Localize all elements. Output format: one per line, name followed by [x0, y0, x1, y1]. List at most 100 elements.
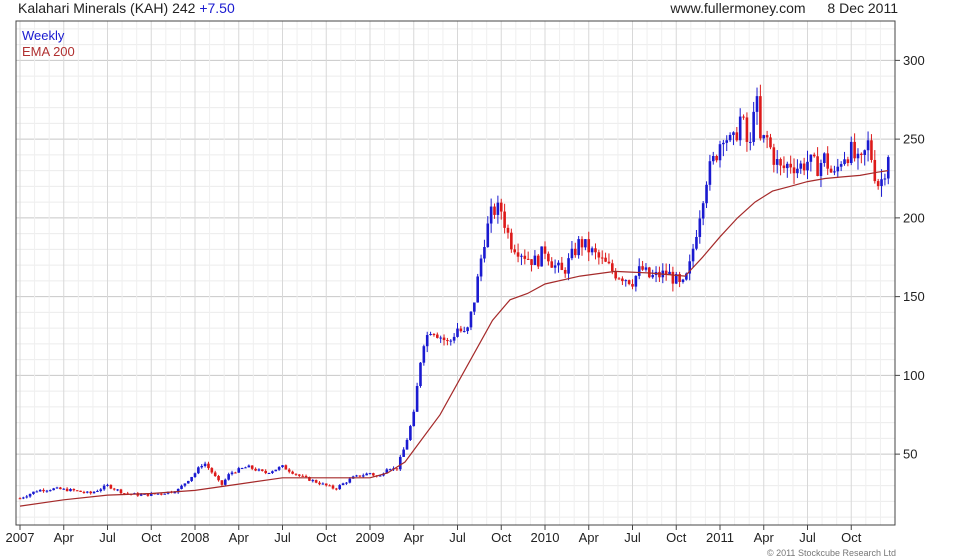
candle-body	[271, 471, 274, 473]
candle-body	[567, 258, 570, 274]
candle-body	[775, 159, 779, 165]
candle-body	[755, 96, 759, 112]
candle-body	[503, 211, 506, 228]
candle-body	[725, 140, 729, 143]
candle-body	[866, 140, 870, 151]
candle-body	[886, 157, 890, 179]
y-tick-label: 50	[903, 447, 917, 462]
candle-body	[789, 163, 792, 168]
candle-body	[600, 257, 604, 259]
candle-body	[72, 489, 76, 491]
candle-body	[190, 476, 193, 481]
x-tick-label: 2008	[181, 530, 210, 545]
candle-body	[180, 485, 183, 489]
candle-body	[510, 232, 513, 250]
candle-body	[621, 278, 624, 282]
candle-body	[341, 483, 345, 486]
candle-body	[543, 246, 547, 254]
candle-body	[234, 472, 237, 474]
candle-body	[45, 490, 49, 492]
candle-body	[311, 480, 315, 482]
plot-frame	[15, 20, 896, 526]
candle-body	[250, 465, 254, 469]
candle-body	[550, 261, 554, 268]
candle-body	[284, 465, 288, 470]
candle-body	[75, 490, 79, 492]
x-tick-label: 2010	[531, 530, 560, 545]
candle-body	[742, 116, 745, 118]
candle-body	[769, 137, 772, 148]
candle-body	[476, 276, 479, 303]
candle-body	[806, 161, 809, 171]
candle-body	[560, 262, 564, 270]
candle-body	[183, 483, 187, 486]
candle-body	[722, 142, 725, 145]
candle-body	[22, 497, 25, 499]
candle-body	[671, 271, 675, 284]
candle-body	[298, 474, 301, 476]
candle-body	[473, 302, 476, 312]
candle-body	[287, 469, 291, 472]
candle-body	[779, 159, 782, 166]
candle-body	[547, 253, 550, 262]
candle-body	[230, 472, 234, 475]
candle-body	[42, 489, 45, 492]
candle-body	[708, 161, 712, 185]
candle-body	[863, 150, 867, 156]
candle-body	[611, 263, 614, 272]
candle-body	[705, 184, 708, 204]
candle-body	[318, 482, 321, 485]
candle-body	[856, 153, 860, 159]
candle-body	[372, 473, 375, 476]
candle-body	[449, 340, 453, 342]
candle-body	[79, 490, 82, 492]
candle-body	[358, 475, 362, 477]
candle-body	[536, 255, 540, 267]
candle-body	[594, 248, 597, 253]
candle-body	[402, 449, 405, 457]
candle-body	[361, 475, 365, 477]
candle-body	[18, 498, 22, 500]
candle-body	[203, 463, 207, 466]
candle-body	[849, 141, 853, 164]
candle-body	[627, 280, 631, 284]
candle-body	[691, 248, 695, 262]
candle-body	[345, 482, 348, 484]
candles	[18, 84, 890, 500]
candle-body	[819, 163, 823, 176]
candle-body	[883, 178, 887, 180]
x-axis-ticks: 2007 Apr Jul Oct 2008 Apr Jul Oct 2009 Apr Jul Oct 2…	[6, 525, 862, 545]
candle-body	[102, 485, 106, 490]
candle-body	[324, 483, 328, 486]
candle-body	[294, 473, 298, 475]
candle-body	[745, 117, 749, 142]
candle-body	[809, 154, 813, 162]
candle-body	[244, 467, 247, 469]
candle-body	[422, 346, 426, 363]
candle-body	[86, 491, 89, 493]
candle-body	[829, 168, 833, 173]
candle-body	[728, 134, 732, 141]
candle-body	[711, 156, 715, 162]
candle-body	[429, 334, 432, 336]
candle-body	[223, 479, 227, 485]
candle-body	[496, 202, 500, 215]
candle-body	[816, 156, 819, 176]
x-tick-label: Jul	[274, 530, 291, 545]
candle-body	[641, 266, 644, 270]
candle-body	[106, 484, 109, 486]
candle-body	[590, 248, 594, 253]
candle-body	[52, 488, 55, 491]
candle-body	[469, 311, 473, 328]
candle-body	[398, 456, 402, 470]
candle-body	[365, 473, 368, 476]
candle-body	[446, 340, 449, 342]
x-tick-label: 2007	[6, 530, 35, 545]
candle-body	[200, 465, 204, 468]
candle-body	[112, 488, 116, 490]
candle-body	[681, 279, 685, 282]
y-axis-ticks: 50 100 150 200 250 300	[895, 53, 925, 462]
candle-body	[577, 239, 580, 256]
candle-body	[695, 236, 698, 249]
candle-body	[573, 248, 577, 256]
